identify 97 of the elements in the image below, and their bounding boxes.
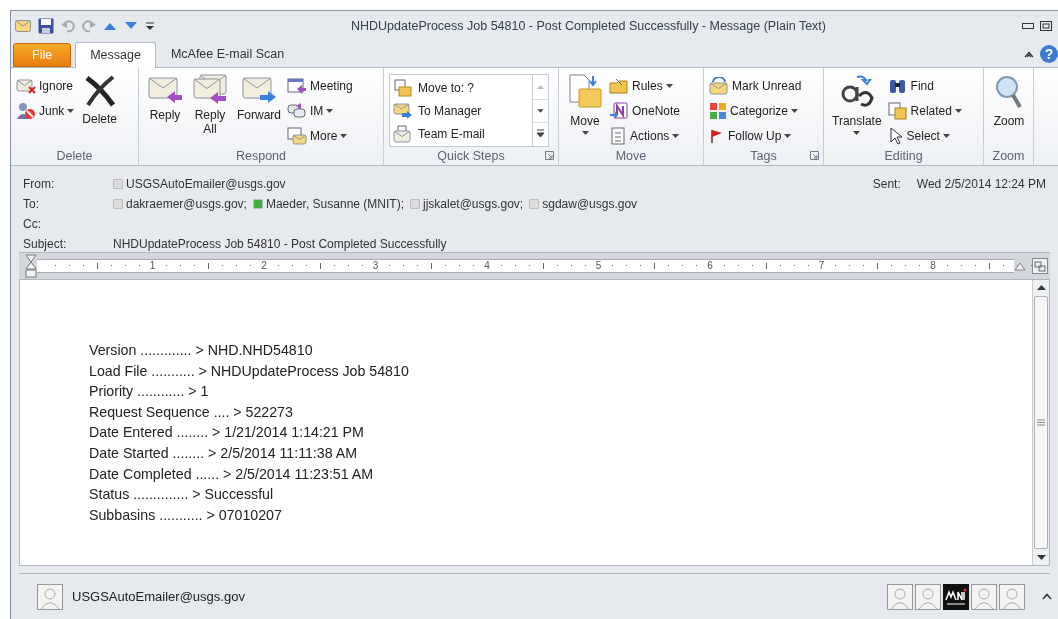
scrollbar[interactable]	[1032, 280, 1049, 565]
group-label: Delete	[56, 147, 93, 165]
ruler-number: 2	[261, 259, 267, 272]
quick-step[interactable]: Move to: ?	[390, 76, 532, 99]
avatar-icon	[887, 583, 913, 610]
up-arrow-icon[interactable]	[103, 21, 117, 31]
down-arrow-icon[interactable]	[124, 21, 138, 31]
quick-step[interactable]: To Manager	[390, 99, 532, 122]
ribbon-button[interactable]: Ignore	[16, 74, 77, 97]
group-label: Editing	[884, 147, 923, 165]
ruler-toggle-icon[interactable]	[1032, 258, 1048, 274]
message-body: Version ............. > NHD.NHD54810 Load File ........... > NHDUpdateProcess Job 54810 Priority ............ > 1 Request Sequence .... > 522273 Date Entered ........ > 1/21/2014 1:14:21 PM Date Started ........ > 2/5/2014 11:11:38 AM Date Completed ...... > 2/5/2014 11:23:51 AM Status .............. > Successful Subbasins ........... > 07010207	[88, 341, 410, 525]
dialog-launcher-icon[interactable]	[545, 151, 554, 160]
ruler-number: 8	[930, 259, 936, 272]
quick-step[interactable]: Team E-mail	[390, 122, 532, 145]
ruler-number: 1	[149, 259, 156, 272]
scroll-thumb[interactable]	[1034, 296, 1048, 549]
avatar-icon	[999, 583, 1025, 610]
ribbon-button[interactable]: Select	[887, 124, 964, 147]
chat-bubbles-icon	[287, 101, 307, 120]
sender-name: USGSAutoEmailer@usgs.gov	[72, 587, 246, 606]
ribbon-button[interactable]: OneNote	[609, 99, 683, 122]
ribbon-button[interactable]: Junk	[16, 99, 77, 122]
folder-icon	[609, 76, 629, 95]
field-label: Cc:	[23, 216, 42, 233]
dialog-launcher-icon[interactable]	[810, 151, 819, 160]
group-label: Move	[615, 147, 647, 165]
contact-name[interactable]: dakraemer@usgs.gov;	[126, 195, 247, 213]
ribbon-button[interactable]: IM	[287, 99, 355, 122]
envelopes-arrow-icon	[192, 74, 228, 104]
ribbon-button[interactable]: More	[287, 124, 355, 147]
group-label: Tags	[750, 147, 777, 165]
envelope-arrow-icon	[241, 74, 277, 104]
indent-marker-icon[interactable]	[1014, 261, 1026, 271]
ribbon-tab[interactable]: Message	[75, 42, 156, 68]
contact-name[interactable]: USGSAutoEmailer@usgs.gov	[126, 175, 286, 193]
cursor-icon	[887, 126, 904, 145]
envelope-arrow-icon	[709, 76, 729, 95]
window-title: NHDUpdateProcess Job 54810 - Post Completed Successfully - Message (Plain Text)	[350, 17, 827, 35]
group-label: Respond	[235, 147, 286, 165]
contact-name[interactable]: Maeder, Susanne (MNIT);	[265, 195, 404, 213]
sent-date: Wed 2/5/2014 12:24 PM	[916, 176, 1046, 193]
ribbon-button[interactable]: Categorize	[709, 99, 804, 122]
field-label: To:	[23, 196, 40, 213]
ribbon-button[interactable]: Move	[564, 74, 606, 135]
ribbon-button[interactable]: Reply	[144, 74, 186, 122]
envelope-arrow-icon	[147, 74, 183, 104]
logo-icon	[943, 583, 969, 610]
ribbon-button[interactable]: Translate	[829, 74, 885, 135]
ribbon-button[interactable]: Find	[887, 74, 964, 97]
field-label: Sent:	[872, 176, 901, 193]
envelope-x-icon	[16, 77, 36, 94]
ribbon-button[interactable]: Zoom	[989, 74, 1029, 128]
ribbon-button[interactable]: Forward	[234, 74, 284, 122]
contact-name[interactable]: jjskalet@usgs.gov;	[422, 195, 524, 213]
help-button[interactable]: ?	[1040, 45, 1058, 63]
onenote-icon	[609, 101, 629, 120]
avatar-icon	[37, 583, 63, 610]
ribbon-button[interactable]: Delete	[79, 74, 121, 126]
avatar-icon	[971, 583, 997, 610]
save-icon[interactable]	[38, 18, 54, 34]
indent-marker-icon[interactable]	[25, 254, 37, 278]
checklist-icon	[609, 126, 627, 145]
ribbon-button[interactable]: Reply All	[189, 74, 231, 136]
ruler-number: 4	[484, 259, 490, 272]
ribbon-button[interactable]: Actions	[609, 124, 683, 147]
group-label: Quick Steps	[437, 147, 505, 165]
ruler-number: 5	[595, 259, 602, 272]
field-label: Subject:	[23, 236, 68, 253]
minimize-icon[interactable]	[1022, 23, 1034, 29]
ribbon-button[interactable]: Mark Unread	[709, 74, 804, 97]
ribbon-button[interactable]: Rules	[609, 74, 683, 97]
subject-text: NHDUpdateProcess Job 54810 - Post Completed Successfully	[113, 236, 447, 253]
documents-icon	[887, 101, 908, 120]
field-label: From:	[23, 176, 56, 193]
person-blocked-icon	[16, 101, 36, 120]
envelope-icon	[393, 124, 413, 143]
calendar-envelope-icon	[287, 126, 307, 145]
ribbon-tab[interactable]: McAfee E-mail Scan	[155, 41, 300, 67]
ruler-number: 6	[707, 259, 713, 272]
restore-icon[interactable]	[1040, 21, 1052, 31]
envelope-icon[interactable]	[15, 20, 31, 32]
avatar-icon	[915, 583, 941, 610]
collapse-ribbon-icon[interactable]	[1024, 50, 1034, 58]
ruler-number: 3	[372, 259, 379, 272]
group-label: Zoom	[992, 147, 1025, 165]
ribbon-button[interactable]: Follow Up	[709, 124, 804, 147]
ruler-number: 7	[818, 259, 825, 272]
ribbon-button[interactable]: Related	[887, 99, 964, 122]
calendar-icon	[287, 76, 307, 95]
envelope-arrow-icon	[393, 101, 413, 120]
contact-name[interactable]: sgdaw@usgs.gov	[542, 195, 638, 213]
scroll-down-icon[interactable]	[533, 99, 548, 123]
color-grid-icon	[709, 101, 727, 120]
ribbon-button[interactable]: Meeting	[287, 74, 355, 97]
customize-icon[interactable]	[145, 20, 155, 32]
expand-icon[interactable]	[1042, 593, 1052, 600]
